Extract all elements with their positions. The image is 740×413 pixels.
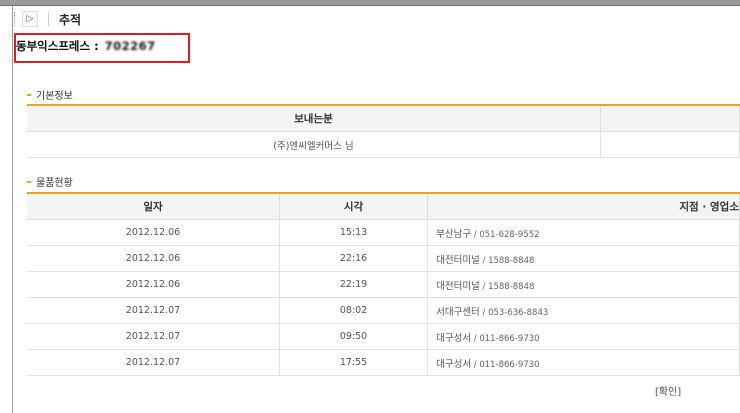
status-table: 일자 시각 지점 · 영업소 2012.12.06 15:13 부산남구 / 0…	[27, 192, 740, 376]
play-icon[interactable]: ▷	[22, 11, 38, 27]
toolbar-grip[interactable]	[14, 12, 18, 26]
status-section-title: 물품현황	[27, 174, 73, 189]
table-row: (주)엔씨엘커머스 님	[27, 131, 740, 158]
branch-cell: 대전터미널 / 1588-8848	[427, 245, 740, 272]
toolbar-separator	[48, 12, 49, 26]
time-cell: 22:19	[279, 271, 429, 298]
tracking-info: 동부익스프레스 : 702267	[16, 38, 156, 54]
section-bullet	[27, 180, 31, 183]
sender-header-cell: 보내는분	[27, 104, 601, 132]
branch-cell: 대구성서 / 011-866-9730	[427, 323, 740, 350]
window-top-bar	[0, 0, 740, 6]
table-row: 2012.12.07 09:50 대구성서 / 011-866-9730	[27, 323, 740, 350]
time-cell: 17:55	[279, 349, 429, 376]
date-cell: 2012.12.06	[27, 245, 280, 272]
tracking-number: 702267	[104, 39, 156, 53]
table-row: 2012.12.06 22:19 대전터미널 / 1588-8848	[27, 271, 740, 298]
receiver-name-cell	[600, 131, 740, 158]
sender-name-cell: (주)엔씨엘커머스 님	[27, 131, 601, 158]
receiver-header-cell	[600, 104, 740, 132]
table-row: 2012.12.07 08:02 서대구센터 / 053-636-8843	[27, 297, 740, 324]
date-cell: 2012.12.06	[27, 271, 280, 298]
sender-section-title: 기본정보	[27, 87, 73, 102]
window-left-edge	[12, 6, 13, 413]
sender-table-header: 보내는분	[27, 104, 740, 132]
time-cell: 08:02	[279, 297, 429, 324]
sender-section-label: 기본정보	[36, 91, 73, 102]
table-row: 2012.12.07 17:55 대구성서 / 011-866-9730	[27, 349, 740, 376]
confirm-button[interactable]: [확인]	[655, 383, 681, 398]
date-header: 일자	[27, 192, 280, 220]
date-cell: 2012.12.06	[27, 219, 280, 246]
branch-cell: 서대구센터 / 053-636-8843	[427, 297, 740, 324]
page-title: 추적	[59, 12, 82, 27]
branch-cell: 대전터미널 / 1588-8848	[427, 271, 740, 298]
section-bullet	[27, 93, 31, 96]
branch-cell: 부산남구 / 051-628-9552	[427, 219, 740, 246]
time-cell: 09:50	[279, 323, 429, 350]
time-header: 시각	[279, 192, 429, 220]
toolbar: ▷ 추적	[14, 10, 81, 28]
status-section-label: 물품현황	[36, 178, 73, 189]
status-table-header: 일자 시각 지점 · 영업소	[27, 192, 740, 220]
carrier-label: 동부익스프레스 :	[16, 39, 99, 53]
date-cell: 2012.12.07	[27, 323, 280, 350]
date-cell: 2012.12.07	[27, 349, 280, 376]
branch-cell: 대구성서 / 011-866-9730	[427, 349, 740, 376]
table-row: 2012.12.06 15:13 부산남구 / 051-628-9552	[27, 219, 740, 246]
branch-header: 지점 · 영업소	[427, 192, 740, 220]
time-cell: 15:13	[279, 219, 429, 246]
date-cell: 2012.12.07	[27, 297, 280, 324]
time-cell: 22:16	[279, 245, 429, 272]
sender-table: 보내는분 (주)엔씨엘커머스 님	[27, 104, 740, 158]
table-row: 2012.12.06 22:16 대전터미널 / 1588-8848	[27, 245, 740, 272]
